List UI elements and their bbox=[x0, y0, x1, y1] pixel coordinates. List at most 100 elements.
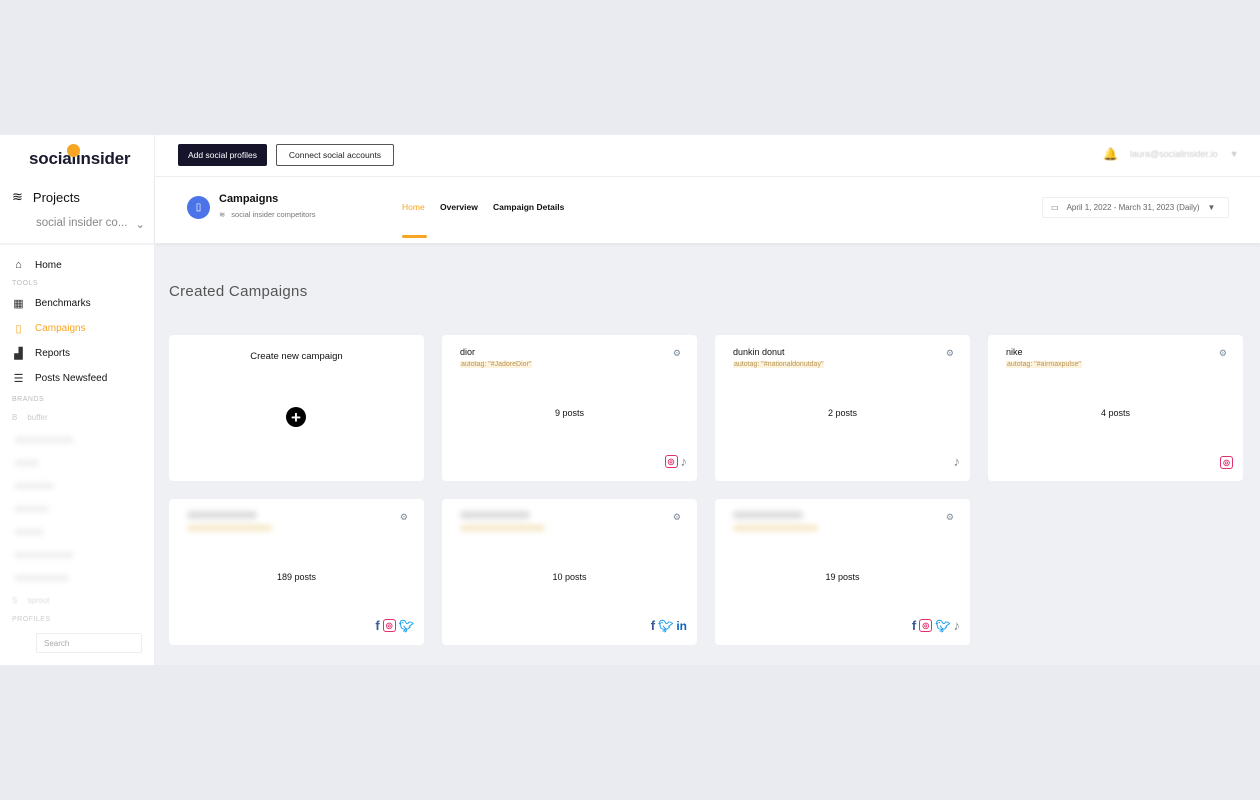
sidebar-item-campaigns[interactable]: ▯ Campaigns bbox=[12, 322, 86, 335]
post-count: 189 posts bbox=[276, 572, 317, 582]
create-campaign-card[interactable]: Create new campaign + bbox=[169, 335, 424, 481]
bell-icon[interactable]: 🔔 bbox=[1103, 147, 1118, 161]
user-email: laura@socialinsider.io bbox=[1129, 149, 1218, 159]
facebook-icon: f bbox=[375, 618, 380, 633]
campaign-name: nike bbox=[1006, 347, 1023, 357]
network-icons: f ◎ 🐦︎ ♪ bbox=[912, 618, 960, 633]
blurred-campaign-name bbox=[460, 511, 530, 519]
project-subtitle: ≋ social insider competitors bbox=[219, 210, 316, 219]
gear-icon[interactable]: ⚙ bbox=[1219, 348, 1227, 359]
blurred-brand bbox=[14, 575, 69, 581]
post-count: 9 posts bbox=[554, 408, 585, 418]
plus-circle-icon[interactable]: + bbox=[286, 407, 306, 427]
instagram-icon: ◎ bbox=[1220, 456, 1233, 469]
tiktok-icon: ♪ bbox=[680, 454, 688, 469]
post-count: 4 posts bbox=[1100, 408, 1131, 418]
sidebar-item-posts-newsfeed[interactable]: ☰ Posts Newsfeed bbox=[12, 372, 108, 385]
campaign-card[interactable]: ⚙ 19 posts f ◎ 🐦︎ ♪ bbox=[715, 499, 970, 645]
blurred-brand bbox=[14, 506, 49, 512]
active-tab-indicator bbox=[402, 235, 427, 238]
label: Benchmarks bbox=[35, 298, 91, 309]
bookmark-icon: ▯ bbox=[15, 323, 22, 335]
bar-chart-icon: ▟ bbox=[14, 348, 23, 360]
instagram-icon: ◎ bbox=[382, 619, 396, 632]
blurred-brand bbox=[14, 529, 44, 535]
subtitle-text: social insider competitors bbox=[231, 210, 316, 219]
campaign-name: dunkin donut bbox=[733, 347, 785, 357]
user-menu[interactable]: 🔔 laura@socialinsider.io ▼ bbox=[1103, 147, 1239, 161]
tiktok-icon: ♪ bbox=[953, 618, 961, 633]
gear-icon[interactable]: ⚙ bbox=[673, 512, 681, 523]
label: Home bbox=[35, 259, 62, 271]
layers-icon: ≋ bbox=[12, 189, 23, 204]
bookmark-icon: ▯ bbox=[187, 196, 210, 219]
home-icon: ⌂ bbox=[15, 259, 22, 271]
caret-down-icon: ▼ bbox=[1207, 203, 1216, 212]
newsfeed-icon: ☰ bbox=[13, 373, 24, 385]
create-label: Create new campaign bbox=[250, 351, 343, 362]
tools-section-label: TOOLS bbox=[12, 280, 39, 287]
twitter-icon: 🐦︎ bbox=[658, 618, 674, 633]
chevron-down-icon: ⌄ bbox=[135, 219, 146, 231]
logo[interactable]: socialinsider bbox=[29, 144, 131, 169]
gear-icon[interactable]: ⚙ bbox=[946, 348, 954, 359]
gear-icon[interactable]: ⚙ bbox=[400, 512, 408, 523]
instagram-icon: ◎ bbox=[664, 455, 678, 468]
campaign-card[interactable]: nike autotag: "#airmaxpulse" ⚙ 4 posts ◎ bbox=[988, 335, 1243, 481]
sidebar-item-benchmarks[interactable]: ▦ Benchmarks bbox=[12, 297, 91, 310]
campaign-autotag: autotag: "#nationaldonutday" bbox=[733, 361, 825, 368]
campaign-card[interactable]: dior autotag: "#JadoreDior" ⚙ 9 posts ◎ ♪ bbox=[442, 335, 697, 481]
blurred-brand bbox=[14, 437, 74, 443]
section-heading: Created Campaigns bbox=[169, 283, 308, 300]
facebook-icon: f bbox=[911, 618, 917, 633]
twitter-icon: 🐦︎ bbox=[935, 618, 951, 633]
page-header: ▯ Campaigns ≋ social insider competitors … bbox=[155, 177, 1260, 243]
sidebar: socialinsider ≋ Projects social insider c… bbox=[0, 135, 155, 665]
profile-search-input[interactable]: Search bbox=[36, 633, 142, 653]
date-range-picker[interactable]: ▭ April 1, 2022 - March 31, 2023 (Daily) ▼ bbox=[1042, 197, 1229, 218]
project-name: social insider co... bbox=[36, 217, 128, 229]
facebook-icon: f bbox=[650, 618, 656, 633]
blurred-autotag bbox=[460, 525, 545, 531]
connect-social-accounts-button[interactable]: Connect social accounts bbox=[276, 144, 394, 166]
brand-item[interactable]: Bbuffer bbox=[12, 413, 48, 422]
campaign-autotag: autotag: "#JadoreDior" bbox=[460, 361, 533, 368]
campaign-card[interactable]: dunkin donut autotag: "#nationaldonutday"… bbox=[715, 335, 970, 481]
app: socialinsider ≋ Projects social insider c… bbox=[0, 135, 1260, 665]
post-count: 10 posts bbox=[552, 572, 587, 582]
brand-initial: S bbox=[12, 596, 18, 605]
calendar-icon: ▭ bbox=[1051, 203, 1059, 212]
gear-icon[interactable]: ⚙ bbox=[673, 348, 681, 359]
post-count: 2 posts bbox=[827, 408, 858, 418]
campaign-card[interactable]: ⚙ 10 posts f 🐦︎ in bbox=[442, 499, 697, 645]
top-bar: Add social profiles Connect social accou… bbox=[155, 135, 1260, 177]
project-selector[interactable]: social insider co... ⌄ bbox=[36, 217, 145, 231]
page-title: Campaigns bbox=[219, 193, 279, 205]
brand-name: sprout bbox=[27, 596, 50, 605]
network-icons: f ◎ 🐦︎ bbox=[375, 618, 414, 633]
linkedin-icon: in bbox=[676, 618, 687, 633]
projects-label: Projects bbox=[32, 189, 80, 205]
blurred-brand bbox=[14, 483, 54, 489]
layers-icon: ≋ bbox=[219, 210, 226, 219]
tiktok-icon: ♪ bbox=[953, 454, 961, 469]
tab-overview[interactable]: Overview bbox=[440, 202, 478, 212]
blurred-autotag bbox=[187, 525, 272, 531]
tab-campaign-details[interactable]: Campaign Details bbox=[493, 202, 564, 212]
post-count: 19 posts bbox=[825, 572, 860, 582]
gear-icon[interactable]: ⚙ bbox=[946, 512, 954, 523]
tab-home[interactable]: Home bbox=[402, 202, 425, 212]
sidebar-item-reports[interactable]: ▟ Reports bbox=[12, 347, 70, 360]
date-range-text: April 1, 2022 - March 31, 2023 (Daily) bbox=[1066, 203, 1200, 212]
twitter-icon: 🐦︎ bbox=[398, 618, 414, 633]
network-icons: ◎ ♪ bbox=[664, 454, 688, 469]
network-icons: ◎ bbox=[1220, 456, 1233, 469]
brand-name: buffer bbox=[27, 413, 48, 422]
sidebar-item-home[interactable]: ⌂ Home bbox=[12, 259, 62, 271]
label: Campaigns bbox=[35, 323, 86, 334]
campaign-card[interactable]: ⚙ 189 posts f ◎ 🐦︎ bbox=[169, 499, 424, 645]
brand-item[interactable]: Ssprout bbox=[12, 596, 50, 605]
grid-icon: ▦ bbox=[13, 298, 24, 310]
add-social-profiles-button[interactable]: Add social profiles bbox=[178, 144, 267, 166]
campaign-autotag: autotag: "#airmaxpulse" bbox=[1006, 361, 1082, 368]
